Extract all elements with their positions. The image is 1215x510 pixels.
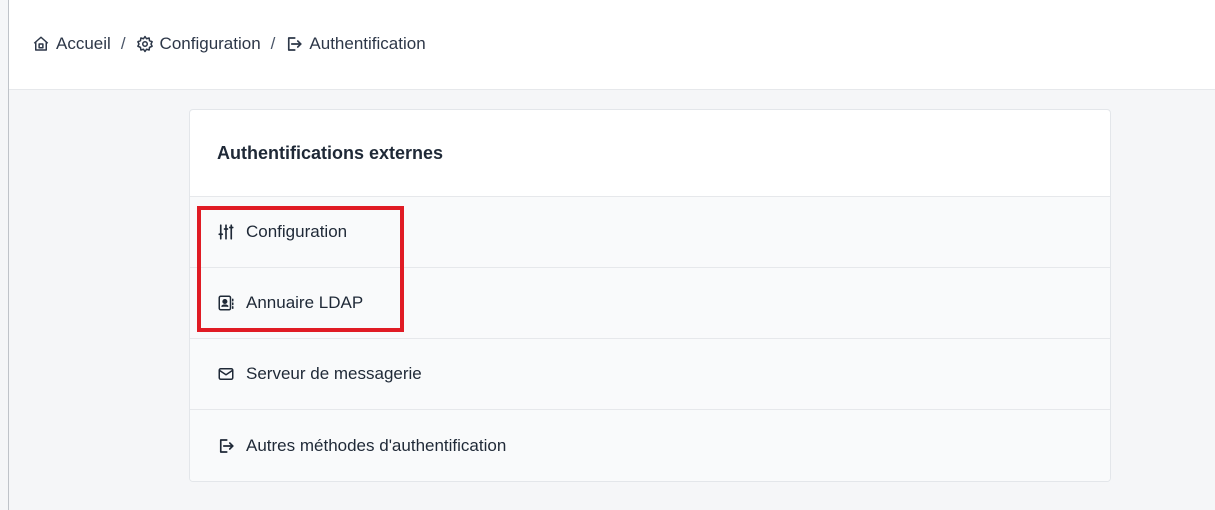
sign-in-icon xyxy=(285,35,303,53)
breadcrumb-item-configuration[interactable]: Configuration xyxy=(160,34,261,54)
top-bar: Accueil / Configuration / Authentificati… xyxy=(9,0,1215,90)
menu-item-label: Configuration xyxy=(246,222,348,241)
menu-item-label: Autres méthodes d'authentification xyxy=(246,435,507,455)
menu-item-label: Annuaire LDAP xyxy=(246,293,364,312)
home-icon xyxy=(32,35,50,53)
menu-item-other-auth[interactable]: Autres méthodes d'authentification xyxy=(190,410,1110,481)
menu-item-label: Serveur de messagerie xyxy=(246,364,422,383)
sign-in-icon xyxy=(217,437,235,455)
address-book-icon xyxy=(217,294,235,312)
menu-item-configuration[interactable]: Configuration xyxy=(190,197,1110,268)
envelope-icon xyxy=(217,365,235,383)
menu-item-ldap[interactable]: Annuaire LDAP xyxy=(190,268,1110,339)
menu-item-mail-server[interactable]: Serveur de messagerie xyxy=(190,339,1110,410)
breadcrumb-separator: / xyxy=(270,33,276,53)
card-title: Authentifications externes xyxy=(217,142,444,163)
breadcrumb-item-authentification: Authentification xyxy=(309,33,426,53)
sliders-icon xyxy=(217,223,235,241)
external-auth-card: Authentifications externes Configuration… xyxy=(189,109,1111,482)
breadcrumb-item-accueil[interactable]: Accueil xyxy=(56,34,111,54)
card-header: Authentifications externes xyxy=(190,110,1110,197)
breadcrumb-separator: / xyxy=(120,33,126,53)
gear-icon xyxy=(136,35,154,53)
breadcrumb: Accueil / Configuration / Authentificati… xyxy=(32,34,426,54)
